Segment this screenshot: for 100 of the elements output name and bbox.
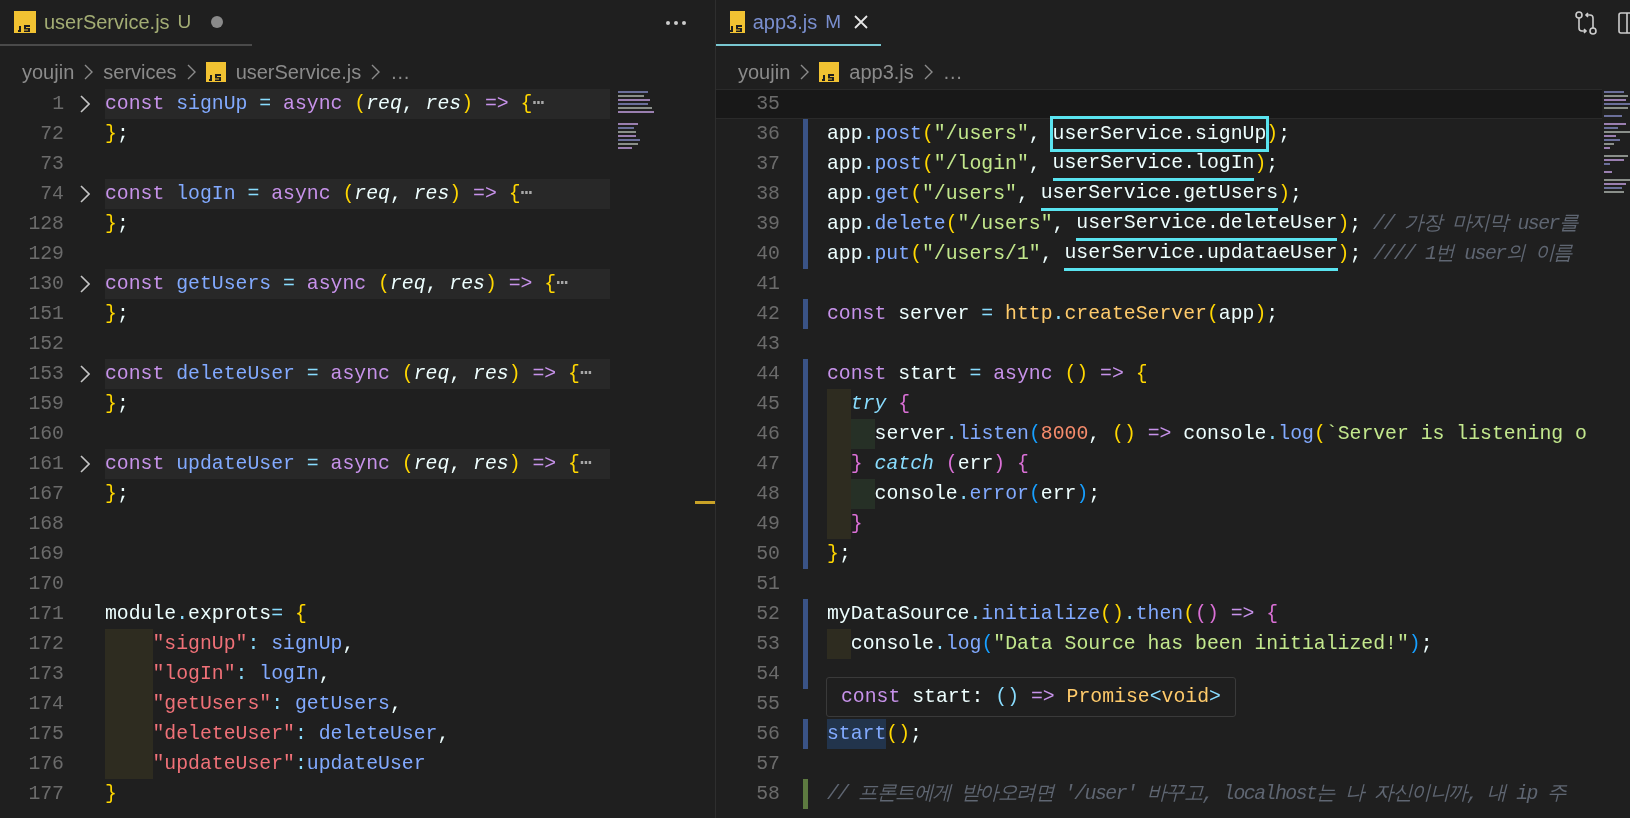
line-number: 56 <box>755 722 780 747</box>
close-icon[interactable] <box>853 14 869 30</box>
line-number: 53 <box>755 632 780 657</box>
javascript-file-icon <box>819 61 840 82</box>
line-number: 46 <box>755 422 780 447</box>
chevron-right-icon <box>84 63 94 80</box>
javascript-file-icon <box>730 11 745 33</box>
fold-chevron-icon[interactable] <box>79 455 90 473</box>
split-editor-icon[interactable] <box>1618 12 1630 34</box>
fold-chevron-icon[interactable] <box>79 365 90 383</box>
line-number: 174 <box>27 692 64 717</box>
line-number: 54 <box>755 662 780 687</box>
code-line: app.post("/login", userService.logIn); <box>827 149 1279 179</box>
breadcrumb-item[interactable]: userService.js <box>235 56 362 87</box>
code-line: app.post("/users", userService.signUp); <box>827 119 1290 149</box>
line-number: 74 <box>39 182 64 207</box>
line-number: 49 <box>755 512 780 537</box>
code-line: }; <box>105 302 129 327</box>
hover-tooltip: const start: () => Promise<void> <box>826 677 1236 717</box>
chevron-right-icon <box>186 63 196 80</box>
line-number: 175 <box>27 722 64 747</box>
line-number: 167 <box>27 482 64 507</box>
code-line: app.get("/users", userService.getUsers); <box>827 179 1302 209</box>
line-number: 73 <box>39 152 64 177</box>
editor-tab[interactable]: app3.js M <box>716 0 881 46</box>
line-number: 170 <box>27 572 64 597</box>
line-number: 173 <box>27 662 64 687</box>
code-line: } <box>105 782 117 807</box>
line-number: 152 <box>27 332 64 357</box>
code-line: console.error(err); <box>874 482 1101 507</box>
code-line: "updateUser":updateUser <box>152 752 426 777</box>
code-line: const start = async () => { <box>827 362 1148 387</box>
line-number: 168 <box>27 512 64 537</box>
line-number: 55 <box>755 692 780 717</box>
line-number: 176 <box>27 752 64 777</box>
code-line: app.put("/users/1", userService.updataeUser); //// 1번 user의 이름 <box>827 239 1572 269</box>
code-line: console.log("Data Source has been initialized!"); <box>850 632 1433 657</box>
fold-chevron-icon[interactable] <box>79 275 90 293</box>
code-line: "signUp": signUp, <box>152 632 355 657</box>
git-status-label: U <box>177 9 192 34</box>
fold-chevron-icon[interactable] <box>79 95 90 113</box>
line-number: 35 <box>755 92 780 117</box>
line-number: 37 <box>755 152 780 177</box>
chevron-right-icon <box>800 63 810 80</box>
code-line: "logIn": logIn, <box>152 662 331 687</box>
code-line: try { <box>850 392 911 417</box>
breadcrumb-more[interactable]: … <box>942 56 963 87</box>
scrollbar-marker <box>695 501 715 504</box>
breadcrumb-item[interactable]: youjin <box>22 56 75 87</box>
line-number: 130 <box>27 272 64 297</box>
git-status-label: M <box>825 9 841 34</box>
code-line: app.delete("/users", userService.deleteUser); // 가장 마지막 user를 <box>827 209 1578 239</box>
line-number: 47 <box>755 452 780 477</box>
line-number: 38 <box>755 182 780 207</box>
fold-chevron-icon[interactable] <box>79 185 90 203</box>
line-number: 161 <box>27 452 64 477</box>
code-line: } catch (err) { <box>850 452 1029 477</box>
breadcrumb-item[interactable]: app3.js <box>849 56 914 87</box>
code-line: const server = http.createServer(app); <box>827 302 1279 327</box>
line-number: 51 <box>755 572 780 597</box>
code-line: // 프론트에게 받아오려면 '/user' 바꾸고, localhost는 나 자신이니까, 내 ip 주 <box>827 782 1566 807</box>
line-number: 128 <box>27 212 64 237</box>
code-line: }; <box>105 392 129 417</box>
code-line: "deleteUser": deleteUser, <box>152 722 450 747</box>
editor-tab[interactable]: userService.js U <box>0 0 252 46</box>
breadcrumb-more[interactable]: … <box>390 56 411 87</box>
line-number: 172 <box>27 632 64 657</box>
line-number: 48 <box>755 482 780 507</box>
line-number: 171 <box>27 602 64 627</box>
line-number: 129 <box>27 242 64 267</box>
tab-label: app3.js <box>752 10 818 35</box>
line-number: 1 <box>51 92 64 117</box>
line-number: 153 <box>27 362 64 387</box>
line-number: 41 <box>755 272 780 297</box>
line-number: 42 <box>755 302 780 327</box>
code-line: }; <box>105 482 129 507</box>
more-actions-icon[interactable] <box>665 20 687 26</box>
javascript-file-icon <box>14 11 36 33</box>
line-number: 151 <box>27 302 64 327</box>
line-number: 45 <box>755 392 780 417</box>
chevron-right-icon <box>923 63 933 80</box>
line-number: 50 <box>755 542 780 567</box>
line-number: 160 <box>27 422 64 447</box>
line-number: 57 <box>755 752 780 777</box>
line-number: 39 <box>755 212 780 237</box>
compare-changes-icon[interactable] <box>1574 10 1598 36</box>
breadcrumb-item[interactable]: youjin <box>738 56 791 87</box>
line-number: 52 <box>755 602 780 627</box>
line-number: 169 <box>27 542 64 567</box>
breadcrumb-item[interactable]: services <box>103 56 177 87</box>
line-number: 72 <box>39 122 64 147</box>
code-line: }; <box>827 542 851 567</box>
code-line: } <box>850 512 863 537</box>
line-number: 58 <box>755 782 780 807</box>
code-line: }; <box>105 212 129 237</box>
line-number: 44 <box>755 362 780 387</box>
line-number: 159 <box>27 392 64 417</box>
line-number: 177 <box>27 782 64 807</box>
tab-label: userService.js <box>44 10 170 35</box>
code-line: myDataSource.initialize().then(() => { <box>827 602 1279 627</box>
